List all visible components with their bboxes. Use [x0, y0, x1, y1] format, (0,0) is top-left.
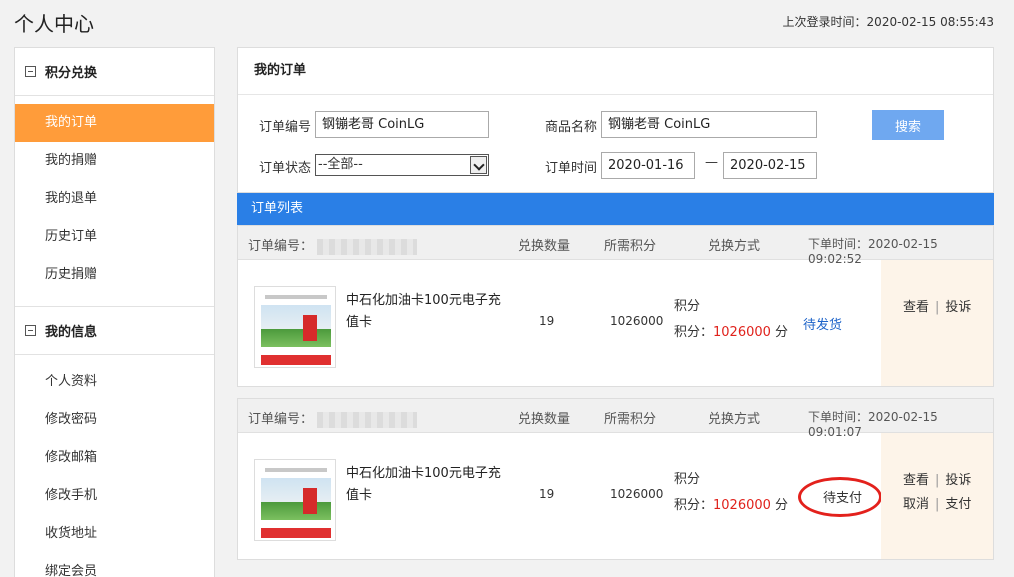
collapse-icon [25, 66, 36, 77]
order-actions: 查看 | 投诉 [881, 260, 993, 386]
sidebar-section-title: 积分兑换 [45, 66, 98, 81]
order-actions-row: 取消 | 支付 [903, 497, 972, 512]
sidebar-item-shipping-address[interactable]: 收货地址 [15, 515, 214, 553]
complain-link[interactable]: 投诉 [945, 473, 971, 488]
sidebar-item-history-orders[interactable]: 历史订单 [15, 218, 214, 256]
order-card: 订单编号： 兑换数量 所需积分 兑换方式 下单时间：2020-02-15 09:… [237, 398, 994, 560]
product-name-label: 商品名称 [545, 120, 598, 135]
sidebar-item-my-orders[interactable]: 我的订单 [15, 104, 214, 142]
date-to-input[interactable]: 2020-02-15 [723, 152, 817, 179]
order-no-header: 订单编号： [248, 408, 418, 428]
method-header: 兑换方式 [708, 239, 761, 254]
method-type: 积分 [674, 299, 701, 314]
panel-title: 我的订单 [238, 48, 993, 95]
order-actions-row: 查看 | 投诉 [903, 300, 972, 315]
sidebar-section-title: 我的信息 [45, 325, 98, 340]
product-image[interactable] [254, 286, 336, 368]
method-prefix: 积分： [674, 498, 714, 513]
masked-order-number [317, 238, 418, 255]
sidebar-item-change-password[interactable]: 修改密码 [15, 401, 214, 439]
pay-link[interactable]: 支付 [945, 497, 971, 512]
order-card-header: 订单编号： 兑换数量 所需积分 兑换方式 下单时间：2020-02-15 09:… [238, 399, 993, 439]
method-amount: 1026000 [713, 498, 771, 513]
order-status-select[interactable]: --全部-- [315, 154, 489, 176]
order-status-link[interactable]: 待发货 [803, 314, 842, 333]
order-card-header: 订单编号： 兑换数量 所需积分 兑换方式 下单时间：2020-02-15 09:… [238, 226, 993, 266]
sidebar-item-bind-member[interactable]: 绑定会员 [15, 553, 214, 577]
method-amount: 1026000 [713, 325, 771, 340]
date-range-separator: — [705, 155, 718, 170]
sidebar-divider [15, 294, 214, 307]
method-unit: 分 [770, 498, 789, 513]
sidebar-section-my-info[interactable]: 我的信息 [15, 307, 214, 355]
complain-link[interactable]: 投诉 [945, 300, 971, 315]
order-time-label: 订单时间 [545, 161, 598, 176]
sidebar-item-my-refunds[interactable]: 我的退单 [15, 180, 214, 218]
view-link[interactable]: 查看 [903, 473, 929, 488]
method-prefix: 积分： [674, 325, 714, 340]
sidebar-item-change-email[interactable]: 修改邮箱 [15, 439, 214, 477]
method-detail: 积分：1026000 分 [674, 320, 788, 346]
order-no-header: 订单编号： [248, 235, 418, 255]
sidebar: 积分兑换 我的订单 我的捐赠 我的退单 历史订单 历史捐赠 我的信息 个人资料 … [14, 47, 215, 577]
order-status-value: --全部-- [318, 157, 363, 172]
exchange-quantity: 19 [539, 487, 555, 501]
order-actions: 查看 | 投诉 取消 | 支付 [881, 433, 993, 559]
order-list-header: 订单列表 [237, 193, 994, 225]
points-header: 所需积分 [604, 412, 657, 427]
search-button[interactable]: 搜索 [872, 110, 944, 140]
last-login-info: 上次登录时间：2020-02-15 08:55:43 [782, 15, 994, 29]
order-no-label: 订单编号 [259, 120, 312, 135]
method-type: 积分 [674, 472, 701, 487]
chevron-down-icon[interactable] [470, 156, 487, 174]
method-unit: 分 [770, 325, 789, 340]
sidebar-item-history-donations[interactable]: 历史捐赠 [15, 256, 214, 294]
page-title: 个人中心 [14, 12, 94, 36]
required-points: 1026000 [610, 487, 664, 501]
order-no-header-label: 订单编号： [248, 239, 314, 254]
method-detail: 积分：1026000 分 [674, 493, 788, 519]
exchange-method: 积分 积分：1026000 分 [674, 294, 788, 346]
sidebar-item-change-phone[interactable]: 修改手机 [15, 477, 214, 515]
masked-order-number [317, 411, 418, 428]
collapse-icon [25, 325, 36, 336]
view-link[interactable]: 查看 [903, 300, 929, 315]
required-points: 1026000 [610, 314, 664, 328]
order-no-input[interactable]: 钢镚老哥 CoinLG [315, 111, 489, 138]
cancel-link[interactable]: 取消 [903, 497, 929, 512]
order-card-body: 中石化加油卡100元电子充值卡 19 1026000 积分 积分：1026000… [238, 260, 993, 386]
order-actions-row: 查看 | 投诉 [903, 473, 972, 488]
exchange-method: 积分 积分：1026000 分 [674, 467, 788, 519]
sidebar-section-points-exchange[interactable]: 积分兑换 [15, 48, 214, 96]
order-filter-panel: 我的订单 订单编号 钢镚老哥 CoinLG 商品名称 钢镚老哥 CoinLG 搜… [237, 47, 994, 193]
qty-header: 兑换数量 [518, 239, 571, 254]
product-name[interactable]: 中石化加油卡100元电子充值卡 [346, 463, 506, 507]
order-card: 订单编号： 兑换数量 所需积分 兑换方式 下单时间：2020-02-15 09:… [237, 225, 994, 387]
product-name[interactable]: 中石化加油卡100元电子充值卡 [346, 290, 506, 334]
date-from-input[interactable]: 2020-01-16 [601, 152, 695, 179]
order-card-body: 中石化加油卡100元电子充值卡 19 1026000 积分 积分：1026000… [238, 433, 993, 559]
product-image[interactable] [254, 459, 336, 541]
points-header: 所需积分 [604, 239, 657, 254]
sidebar-item-my-donations[interactable]: 我的捐赠 [15, 142, 214, 180]
method-header: 兑换方式 [708, 412, 761, 427]
order-status-label: 订单状态 [259, 161, 312, 176]
exchange-quantity: 19 [539, 314, 555, 328]
sidebar-item-profile[interactable]: 个人资料 [15, 363, 214, 401]
product-name-input[interactable]: 钢镚老哥 CoinLG [601, 111, 817, 138]
qty-header: 兑换数量 [518, 412, 571, 427]
order-status-text: 待支付 [823, 491, 863, 506]
order-no-header-label: 订单编号： [248, 412, 314, 427]
main-content: 我的订单 订单编号 钢镚老哥 CoinLG 商品名称 钢镚老哥 CoinLG 搜… [237, 47, 994, 577]
